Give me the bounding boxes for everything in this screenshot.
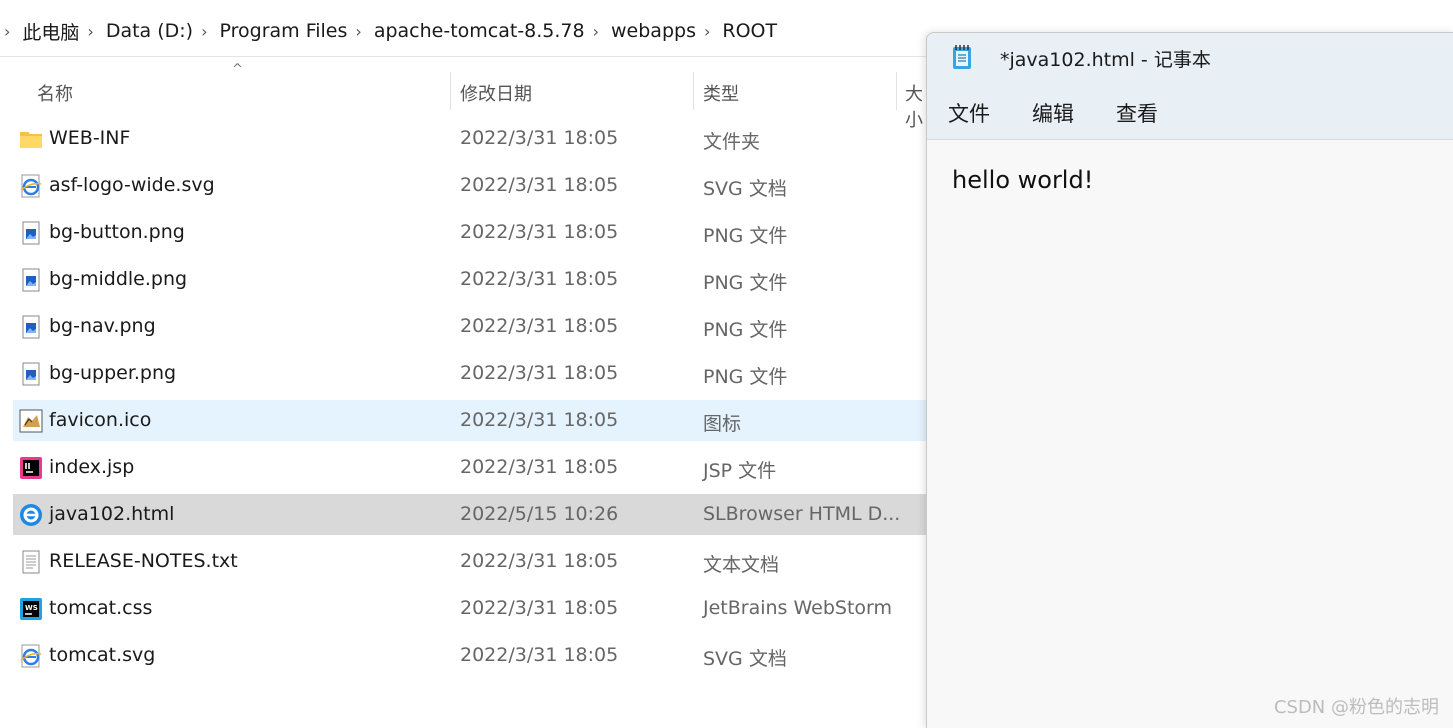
file-name: java102.html (49, 503, 175, 525)
svg-file-icon (20, 644, 42, 668)
webstorm-file-icon: WS (20, 598, 42, 620)
breadcrumb-data-drive[interactable]: Data (D:) (106, 20, 193, 42)
file-name: favicon.ico (49, 409, 152, 431)
breadcrumb-webapps[interactable]: webapps (611, 20, 696, 42)
file-type: PNG 文件 (703, 366, 788, 388)
folder-icon (20, 132, 42, 148)
file-date: 2022/3/31 18:05 (460, 644, 619, 666)
breadcrumb-program-files[interactable]: Program Files (220, 20, 348, 42)
file-name: bg-middle.png (49, 268, 188, 290)
image-file-icon (22, 362, 40, 386)
breadcrumb-this-pc[interactable]: 此电脑 (22, 18, 79, 45)
menu-file[interactable]: 文件 (948, 98, 990, 128)
file-name: bg-upper.png (49, 362, 177, 384)
file-row[interactable]: bg-nav.png 2022/3/31 18:05 PNG 文件 (13, 306, 940, 347)
file-date: 2022/3/31 18:05 (460, 409, 619, 431)
chevron-right-icon[interactable]: › (355, 22, 361, 41)
file-date: 2022/3/31 18:05 (460, 550, 619, 572)
watermark: CSDN @粉色的志明 (1273, 697, 1439, 718)
file-name: tomcat.svg (49, 644, 156, 666)
file-list: WEB-INF 2022/3/31 18:05 文件夹 asf-logo-wid… (13, 118, 940, 682)
notepad-content: hello world! (952, 166, 1094, 194)
file-name: WEB-INF (49, 127, 131, 149)
file-type: SLBrowser HTML D... (703, 503, 901, 525)
column-header-name[interactable]: 名称 (37, 80, 73, 106)
browser-html-icon (20, 504, 42, 526)
notepad-window: *java102.html - 记事本 文件 编辑 查看 hello world… (926, 32, 1453, 728)
file-row[interactable]: WEB-INF 2022/3/31 18:05 文件夹 (13, 118, 940, 159)
file-date: 2022/3/31 18:05 (460, 362, 619, 384)
chevron-right-icon[interactable]: › (87, 22, 93, 41)
file-row[interactable]: tomcat.svg 2022/3/31 18:05 SVG 文档 (13, 635, 940, 676)
file-date: 2022/3/31 18:05 (460, 221, 619, 243)
breadcrumb-root[interactable]: ROOT (722, 20, 777, 42)
svg-text:WS: WS (25, 604, 38, 612)
file-type: PNG 文件 (703, 319, 788, 341)
file-row[interactable]: bg-upper.png 2022/3/31 18:05 PNG 文件 (13, 353, 940, 394)
file-type: JSP 文件 (703, 460, 777, 482)
file-type: SVG 文档 (703, 178, 787, 200)
svg-file-icon (20, 174, 42, 198)
column-header-bar: ^ 名称 修改日期 类型 大小 (0, 62, 940, 131)
file-date: 2022/3/31 18:05 (460, 127, 619, 149)
chevron-right-icon[interactable]: › (704, 22, 710, 41)
image-file-icon (22, 221, 40, 245)
file-name: index.jsp (49, 456, 135, 478)
menu-view[interactable]: 查看 (1116, 98, 1158, 128)
menu-edit[interactable]: 编辑 (1032, 98, 1074, 128)
notepad-title: *java102.html - 记事本 (1000, 49, 1211, 71)
file-row[interactable]: java102.html 2022/5/15 10:26 SLBrowser H… (13, 494, 940, 535)
column-header-modified[interactable]: 修改日期 (460, 80, 532, 106)
column-divider[interactable] (450, 72, 451, 110)
notepad-icon (953, 45, 971, 69)
file-name: tomcat.css (49, 597, 153, 619)
notepad-menu-bar: 文件 编辑 查看 (927, 83, 1453, 140)
file-name: RELEASE-NOTES.txt (49, 550, 238, 572)
chevron-right-icon[interactable]: › (593, 22, 599, 41)
file-type: SVG 文档 (703, 648, 787, 670)
file-name: asf-logo-wide.svg (49, 174, 215, 196)
file-row[interactable]: bg-button.png 2022/3/31 18:05 PNG 文件 (13, 212, 940, 253)
file-type: 图标 (703, 413, 742, 435)
notepad-title-bar[interactable]: *java102.html - 记事本 (927, 33, 1453, 83)
file-type: PNG 文件 (703, 225, 788, 247)
file-row[interactable]: asf-logo-wide.svg 2022/3/31 18:05 SVG 文档 (13, 165, 940, 206)
file-date: 2022/5/15 10:26 (460, 503, 619, 525)
ico-file-icon (19, 409, 43, 433)
file-row[interactable]: WS tomcat.css 2022/3/31 18:05 JetBrains … (13, 588, 940, 629)
column-divider[interactable] (693, 72, 694, 110)
file-type: 文件夹 (703, 131, 761, 153)
notepad-text-area[interactable]: hello world! (927, 140, 1453, 728)
sort-ascending-icon: ^ (232, 62, 243, 77)
text-file-icon (22, 550, 40, 574)
file-name: bg-button.png (49, 221, 185, 243)
column-divider[interactable] (896, 72, 897, 110)
file-row[interactable]: index.jsp 2022/3/31 18:05 JSP 文件 (13, 447, 940, 488)
file-type: PNG 文件 (703, 272, 788, 294)
file-name: bg-nav.png (49, 315, 156, 337)
chevron-right-icon[interactable]: › (4, 22, 10, 41)
file-row[interactable]: favicon.ico 2022/3/31 18:05 图标 (13, 400, 940, 441)
image-file-icon (22, 268, 40, 292)
file-type: 文本文档 (703, 554, 780, 576)
intellij-file-icon (20, 457, 42, 479)
file-date: 2022/3/31 18:05 (460, 456, 619, 478)
file-date: 2022/3/31 18:05 (460, 174, 619, 196)
file-date: 2022/3/31 18:05 (460, 315, 619, 337)
breadcrumb: › 此电脑 › Data (D:) › Program Files › apac… (0, 6, 940, 57)
file-row[interactable]: RELEASE-NOTES.txt 2022/3/31 18:05 文本文档 (13, 541, 940, 582)
file-type: JetBrains WebStorm (703, 597, 893, 619)
chevron-right-icon[interactable]: › (201, 22, 207, 41)
image-file-icon (22, 315, 40, 339)
breadcrumb-tomcat[interactable]: apache-tomcat-8.5.78 (374, 20, 585, 42)
file-date: 2022/3/31 18:05 (460, 268, 619, 290)
file-row[interactable]: bg-middle.png 2022/3/31 18:05 PNG 文件 (13, 259, 940, 300)
file-date: 2022/3/31 18:05 (460, 597, 619, 619)
column-header-type[interactable]: 类型 (703, 80, 739, 106)
